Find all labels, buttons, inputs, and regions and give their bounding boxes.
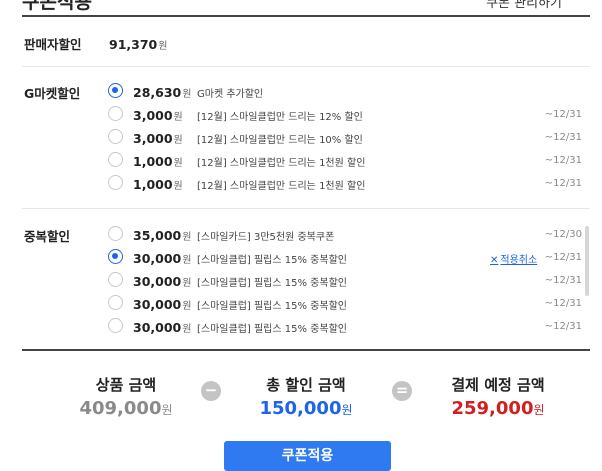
coupon-expiry: ~12/31 — [544, 275, 582, 286]
coupon-description: [스마일클럽] 필립스 15% 중복할인 — [197, 301, 347, 312]
close-icon: ✕ — [490, 255, 499, 266]
coupon-amount: 35,000원 — [133, 228, 192, 243]
coupon-option[interactable]: 30,000원 [스마일클럽] 필립스 15% 중복할인 ~12/31 — [0, 270, 602, 292]
coupon-radio[interactable] — [108, 226, 123, 241]
coupon-radio[interactable] — [108, 272, 123, 287]
coupon-amount: 3,000원 — [133, 108, 183, 123]
pay-amount-label: 결제 예정 금액 — [451, 376, 545, 394]
discount-amount-value: 150,000원 — [259, 398, 353, 419]
coupon-description: [12월] 스마일클럽만 드리는 12% 할인 — [197, 112, 363, 123]
product-amount-block: 상품 금액 409,000원 — [66, 374, 186, 419]
equals-icon: = — [392, 381, 412, 401]
coupon-option[interactable]: 1,000원 [12월] 스마일클럽만 드리는 1천원 할인 ~12/31 — [0, 150, 602, 172]
seller-discount-row: 판매자할인 91,370원 — [0, 34, 602, 52]
coupon-amount: 1,000원 — [133, 177, 183, 192]
coupon-radio[interactable] — [108, 249, 123, 264]
coupon-expiry: ~12/31 — [544, 109, 582, 120]
coupon-description: [스마일클럽] 필립스 15% 중복할인 — [197, 255, 347, 266]
coupon-option[interactable]: 28,630원 G마켓 추가할인 — [0, 81, 602, 103]
seller-discount-label: 판매자할인 — [24, 37, 82, 52]
coupon-expiry: ~12/31 — [544, 178, 582, 189]
coupon-radio[interactable] — [108, 175, 123, 190]
product-amount-label: 상품 금액 — [95, 376, 157, 394]
section-divider — [22, 66, 590, 67]
coupon-option[interactable]: 30,000원 [스마일클럽] 필립스 15% 중복할인 ~12/31 — [0, 293, 602, 315]
coupon-option[interactable]: 30,000원 [스마일클럽] 필립스 15% 중복할인 ~12/31 — [0, 316, 602, 338]
coupon-radio[interactable] — [108, 318, 123, 333]
coupon-expiry: ~12/31 — [544, 321, 582, 332]
minus-icon: − — [201, 381, 221, 401]
coupon-amount: 28,630원 — [133, 85, 192, 100]
coupon-radio[interactable] — [108, 295, 123, 310]
top-divider — [22, 15, 590, 17]
section-divider — [22, 208, 590, 209]
coupon-description: [12월] 스마일클럽만 드리는 1천원 할인 — [197, 181, 366, 192]
header: 쿠폰적용 쿠폰 관리하기 › — [0, 0, 602, 16]
coupon-description: G마켓 추가할인 — [197, 89, 264, 100]
coupon-description: [스마일클럽] 필립스 15% 중복할인 — [197, 278, 347, 289]
coupon-option[interactable]: 35,000원 [스마일카드] 3만5천원 중복쿠폰 ~12/30 — [0, 224, 602, 246]
coupon-amount: 30,000원 — [133, 251, 192, 266]
apply-coupon-button[interactable]: 쿠폰적용 — [224, 441, 391, 471]
page-title: 쿠폰적용 — [22, 0, 92, 13]
coupon-option[interactable]: 3,000원 [12월] 스마일클럽만 드리는 12% 할인 ~12/31 — [0, 104, 602, 126]
chevron-right-icon: › — [572, 0, 576, 4]
coupon-expiry: ~12/31 — [544, 298, 582, 309]
cancel-apply-link[interactable]: ✕ 적용취소 — [490, 251, 537, 266]
product-amount-value: 409,000원 — [79, 398, 173, 419]
coupon-amount: 30,000원 — [133, 320, 192, 335]
pay-amount-value: 259,000원 — [451, 398, 545, 419]
coupon-manage-link[interactable]: 쿠폰 관리하기 — [486, 0, 562, 11]
coupon-option[interactable]: 3,000원 [12월] 스마일클럽만 드리는 10% 할인 ~12/31 — [0, 127, 602, 149]
coupon-description: [스마일클럽] 필립스 15% 중복할인 — [197, 324, 347, 335]
discount-amount-block: 총 할인 금액 150,000원 — [236, 374, 376, 419]
coupon-radio[interactable] — [108, 83, 123, 98]
bottom-divider — [22, 349, 590, 351]
coupon-amount: 30,000원 — [133, 297, 192, 312]
coupon-expiry: ~12/31 — [544, 155, 582, 166]
coupon-option[interactable]: 30,000원 [스마일클럽] 필립스 15% 중복할인 ✕ 적용취소 ~12/31 — [0, 247, 602, 269]
coupon-expiry: ~12/31 — [544, 132, 582, 143]
coupon-option[interactable]: 1,000원 [12월] 스마일클럽만 드리는 1천원 할인 ~12/31 — [0, 173, 602, 195]
coupon-description: [12월] 스마일클럽만 드리는 1천원 할인 — [197, 158, 366, 169]
coupon-expiry: ~12/30 — [544, 229, 582, 240]
coupon-amount: 30,000원 — [133, 274, 192, 289]
coupon-description: [스마일카드] 3만5천원 중복쿠폰 — [197, 232, 335, 243]
coupon-description: [12월] 스마일클럽만 드리는 10% 할인 — [197, 135, 363, 146]
pay-amount-block: 결제 예정 금액 259,000원 — [434, 374, 562, 419]
coupon-radio[interactable] — [108, 129, 123, 144]
seller-discount-amount: 91,370원 — [109, 37, 168, 52]
coupon-amount: 3,000원 — [133, 131, 183, 146]
coupon-amount: 1,000원 — [133, 154, 183, 169]
coupon-expiry: ~12/31 — [544, 252, 582, 263]
coupon-radio[interactable] — [108, 106, 123, 121]
scrollbar[interactable] — [585, 226, 589, 296]
discount-amount-label: 총 할인 금액 — [266, 376, 346, 394]
coupon-radio[interactable] — [108, 152, 123, 167]
